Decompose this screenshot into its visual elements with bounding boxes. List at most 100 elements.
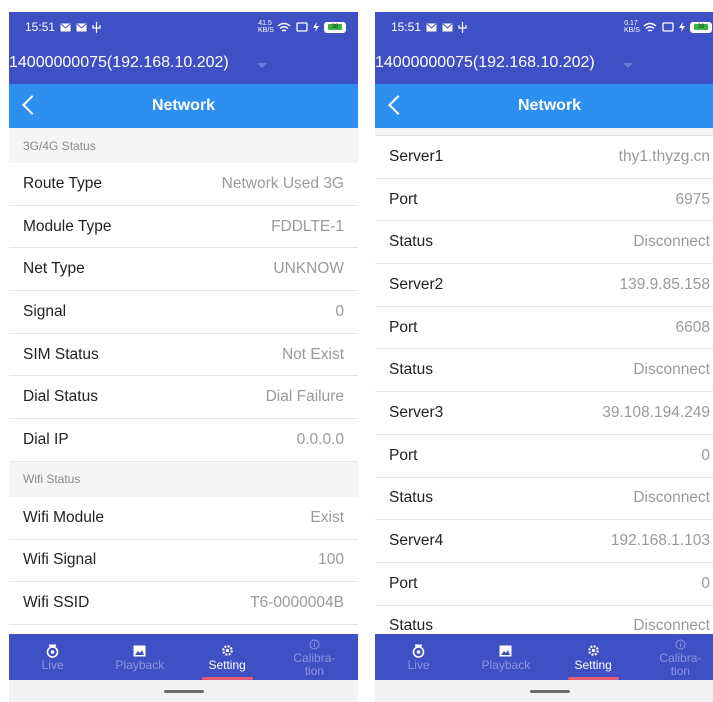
tab-setting[interactable]: Setting [550, 634, 637, 680]
item-value: Exist [310, 508, 344, 526]
tab-playback[interactable]: Playback [96, 634, 183, 680]
item-value: Dial Failure [265, 388, 344, 406]
item-value: Network Used 3G [221, 174, 344, 192]
list-item: Port 6975 [375, 179, 713, 222]
tab-calibration[interactable]: Calibra- tion [271, 634, 358, 680]
list-item: Signal 0 [9, 291, 358, 334]
system-nav-bar [9, 680, 358, 702]
device-selector[interactable]: 14000000075(192.168.10.202) [9, 42, 358, 84]
item-label: Status [389, 489, 433, 507]
list-item: Dial Status Dial Failure [9, 376, 358, 420]
list-item: Net Type UNKNOW [9, 248, 358, 292]
section-header-wifi: Wifi Status [9, 461, 358, 497]
list-item: Dial IP 0.0.0.0 [9, 419, 358, 462]
mail-icon [60, 23, 71, 31]
list-item: Port 6608 [375, 307, 713, 350]
list-item: Wifi SSID T6-0000004B [9, 582, 358, 625]
list-item: Server2 139.9.85.158 [375, 264, 713, 307]
item-value: 0 [701, 446, 710, 464]
list-item: Server3 39.108.194.249 [375, 392, 713, 435]
item-value: Disconnect [633, 489, 710, 507]
status-bar: 15:51 0.17 KB/S 38 [375, 12, 713, 42]
tab-playback[interactable]: Playback [462, 634, 549, 680]
item-label: Server2 [389, 275, 444, 293]
item-value: T6-0000004B [250, 594, 344, 612]
net-speed-unit: KB/S [258, 27, 274, 34]
tab-label: Calibra- tion [293, 651, 336, 678]
list-item: Status Disconnect [375, 221, 713, 265]
mail-icon [426, 23, 437, 31]
item-label: Module Type [23, 217, 112, 235]
home-indicator[interactable] [529, 689, 570, 693]
tab-setting[interactable]: Setting [184, 634, 271, 680]
page-title: Network [517, 97, 582, 114]
list-item: SIM Status Not Exist [9, 334, 358, 377]
usb-icon [92, 21, 101, 33]
list-item: Route Type Network Used 3G [9, 163, 358, 206]
wifi-icon [277, 22, 291, 32]
info-icon [675, 639, 686, 649]
item-label: Port [389, 446, 418, 464]
list-item: Wifi Signal 100 [9, 540, 358, 583]
wifi-icon [643, 22, 657, 32]
item-label: SIM Status [23, 345, 99, 363]
header-bar: Network [375, 84, 713, 128]
tab-label: Setting [574, 657, 612, 672]
charging-icon [313, 22, 319, 32]
tab-label: Live [407, 657, 430, 672]
item-value: 0 [335, 302, 344, 320]
item-value: 39.108.194.249 [602, 403, 710, 421]
bottom-tab-bar: Live Playback Setting Calibra- tion [9, 634, 358, 680]
gear-icon [587, 645, 599, 656]
item-value: 6975 [675, 190, 710, 208]
list-item: Port 0 [375, 435, 713, 478]
charging-icon [679, 22, 685, 32]
home-indicator[interactable] [163, 689, 204, 693]
tab-live[interactable]: Live [9, 634, 96, 680]
item-label: Server3 [389, 403, 444, 421]
item-label: Wifi Signal [23, 551, 97, 569]
battery-icon: 38 [690, 21, 712, 33]
item-label: Wifi SSID [23, 594, 90, 612]
list-top-spacer [375, 128, 713, 136]
item-value: 6608 [675, 318, 710, 336]
info-icon [309, 639, 320, 649]
chevron-down-icon [256, 62, 267, 68]
chevron-down-icon [622, 62, 633, 68]
item-value: 100 [318, 551, 344, 569]
item-label: Port [389, 318, 418, 336]
item-label: Status [389, 361, 433, 379]
tab-calibration[interactable]: Calibra- tion [637, 634, 713, 680]
item-value: Disconnect [633, 617, 710, 634]
system-nav-bar [375, 680, 713, 702]
phone-screen-left: 15:51 41.5 KB/S 38 14000000075(192.168.10… [9, 12, 358, 702]
camera-icon [412, 644, 425, 658]
item-label: Port [389, 190, 418, 208]
net-speed-value: 0.17 [624, 20, 638, 27]
item-value: Disconnect [633, 233, 710, 251]
back-arrow-icon[interactable] [22, 95, 42, 115]
list-item: Server1 thy1.thyzg.cn [375, 136, 713, 179]
clock: 15:51 [25, 20, 56, 34]
item-label: Dial IP [23, 430, 69, 448]
page-title: Network [151, 97, 216, 114]
tab-label: Live [41, 657, 64, 672]
item-label: Server4 [389, 532, 444, 550]
list-item: Port 0 [375, 563, 713, 606]
tab-label: Setting [208, 657, 246, 672]
item-label: Wifi Module [23, 508, 104, 526]
item-value: 0 [701, 574, 710, 592]
header-bar: Network [9, 84, 358, 128]
item-label: Port [389, 574, 418, 592]
item-label: Route Type [23, 174, 102, 192]
list-item: Status Disconnect [375, 478, 713, 521]
tab-live[interactable]: Live [375, 634, 462, 680]
network-status-list: 3G/4G Status Route Type Network Used 3G M… [9, 128, 358, 634]
back-arrow-icon[interactable] [388, 95, 408, 115]
gear-icon [221, 645, 233, 656]
tab-label: Calibra- tion [659, 651, 702, 678]
device-selector[interactable]: 14000000075(192.168.10.202) [375, 42, 713, 84]
clock: 15:51 [391, 20, 422, 34]
list-item: Module Type FDDLTE-1 [9, 206, 358, 249]
item-value: thy1.thyzg.cn [618, 147, 710, 165]
